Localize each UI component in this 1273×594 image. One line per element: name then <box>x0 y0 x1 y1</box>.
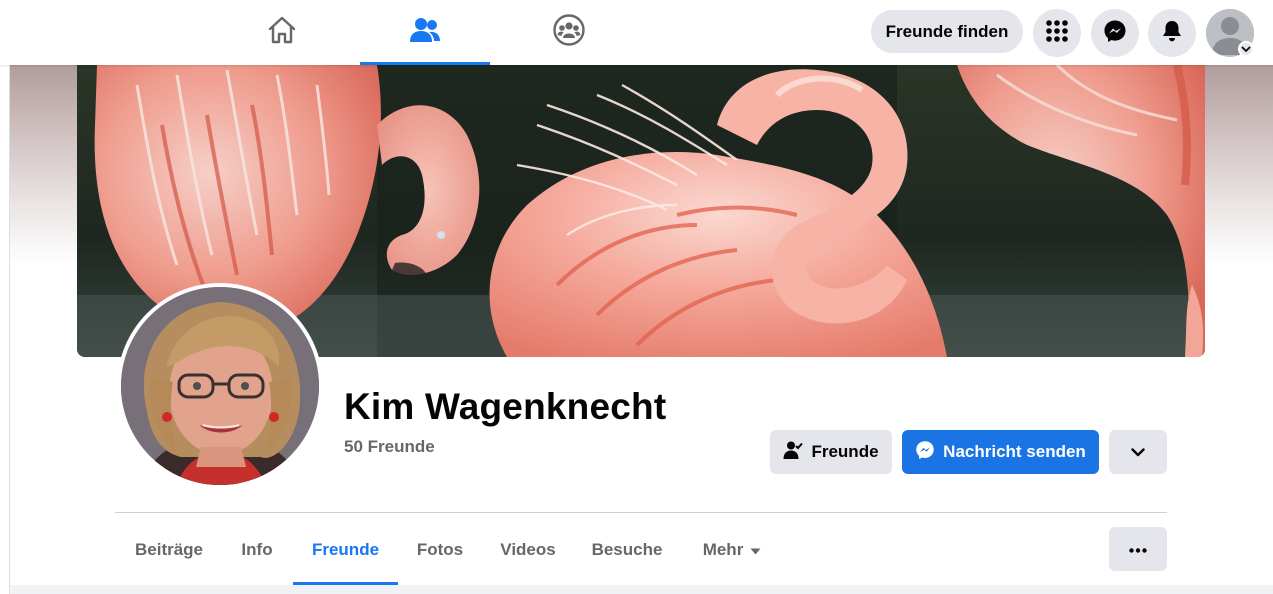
profile-photo <box>121 287 319 485</box>
menu-grid-icon <box>1045 19 1069 48</box>
caret-down-icon <box>750 540 761 560</box>
tab-fotos[interactable]: Fotos <box>403 514 477 585</box>
notifications-button[interactable] <box>1148 9 1196 57</box>
account-chevron-down-icon[interactable] <box>1238 41 1254 57</box>
content-area-edge <box>10 585 1273 594</box>
find-friends-button[interactable]: Freunde finden <box>871 10 1023 53</box>
profile-picture[interactable] <box>117 283 323 489</box>
messenger-icon <box>915 440 935 465</box>
chevron-down-icon <box>1131 442 1145 462</box>
home-icon <box>266 15 298 50</box>
menu-button[interactable] <box>1033 9 1081 57</box>
messenger-button[interactable] <box>1091 9 1139 57</box>
notifications-bell-icon <box>1161 19 1183 48</box>
friends-status-button[interactable]: Freunde <box>770 430 892 474</box>
page-edge <box>9 65 10 594</box>
friends-button-label: Freunde <box>811 442 879 461</box>
tab-mehr-label: Mehr <box>702 539 744 559</box>
tab-besuche[interactable]: Besuche <box>579 514 675 585</box>
profile-more-options-button[interactable] <box>1109 527 1167 571</box>
tab-freunde[interactable]: Freunde <box>293 514 398 585</box>
nav-tab-friends[interactable] <box>360 0 490 65</box>
tab-beitraege[interactable]: Beiträge <box>122 514 216 585</box>
tab-mehr[interactable]: Mehr <box>686 514 778 585</box>
friends-icon <box>409 16 441 49</box>
send-message-button[interactable]: Nachricht senden <box>902 430 1099 474</box>
groups-icon <box>552 13 586 52</box>
nav-tab-home[interactable] <box>217 0 347 65</box>
more-options-dropdown-button[interactable] <box>1109 430 1167 474</box>
messenger-icon <box>1103 19 1127 48</box>
send-message-label: Nachricht senden <box>943 442 1086 461</box>
tab-videos[interactable]: Videos <box>486 514 570 585</box>
tab-info[interactable]: Info <box>226 514 288 585</box>
top-navigation-bar: Freunde finden <box>0 0 1273 65</box>
person-check-icon <box>783 440 804 465</box>
friend-count[interactable]: 50 Freunde <box>344 437 435 457</box>
profile-name: Kim Wagenknecht <box>344 386 667 427</box>
profile-divider <box>115 512 1167 513</box>
more-dots-icon <box>1129 540 1147 558</box>
nav-tab-groups[interactable] <box>504 0 634 65</box>
